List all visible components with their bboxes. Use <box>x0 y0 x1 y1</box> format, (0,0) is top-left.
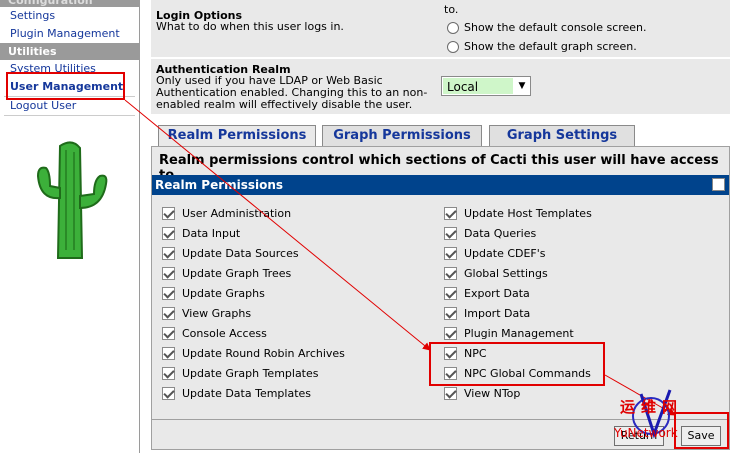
login-options-row: Login Options What to do when this user … <box>151 0 730 58</box>
permission-label: Update Round Robin Archives <box>182 346 345 360</box>
permission-item[interactable]: NPC Global Commands <box>444 365 591 381</box>
permission-label: NPC Global Commands <box>464 366 591 380</box>
permission-label: Plugin Management <box>464 326 574 340</box>
realm-header-label: Realm Permissions <box>155 178 284 192</box>
permission-checkbox[interactable] <box>162 306 175 320</box>
auth-realm-select[interactable]: Local ▼ <box>441 76 531 96</box>
permission-item[interactable]: Plugin Management <box>444 325 574 341</box>
permission-label: Global Settings <box>464 266 548 280</box>
permission-item[interactable]: Update Host Templates <box>444 205 592 221</box>
sidebar: Configuration Settings Plugin Management… <box>0 0 140 453</box>
cactus-logo <box>36 141 108 259</box>
permission-checkbox[interactable] <box>162 286 175 300</box>
radio-default-console[interactable]: Show the default console screen. <box>447 20 647 36</box>
permission-label: Update Graphs <box>182 286 265 300</box>
permission-label: Import Data <box>464 306 531 320</box>
sidebar-item-system-utilities[interactable]: System Utilities <box>0 60 139 78</box>
radio-label: Show the default graph screen. <box>464 40 637 53</box>
permission-checkbox[interactable] <box>162 206 175 220</box>
form-footer: Return Save <box>151 419 730 450</box>
radio-default-graph[interactable]: Show the default graph screen. <box>447 39 637 55</box>
sidebar-divider <box>4 115 135 116</box>
permission-checkbox[interactable] <box>162 226 175 240</box>
chevron-down-icon[interactable]: ▼ <box>514 77 530 95</box>
permission-checkbox[interactable] <box>444 266 457 280</box>
permission-checkbox[interactable] <box>444 326 457 340</box>
permission-label: Export Data <box>464 286 530 300</box>
permission-label: Data Queries <box>464 226 537 240</box>
permission-label: Update CDEF's <box>464 246 546 260</box>
permission-item[interactable]: Export Data <box>444 285 530 301</box>
sidebar-item-plugin-management[interactable]: Plugin Management <box>0 25 139 43</box>
permission-checkbox[interactable] <box>444 346 457 360</box>
permission-checkbox[interactable] <box>162 326 175 340</box>
sidebar-item-user-management[interactable]: User Management <box>0 78 139 96</box>
radio-button[interactable] <box>447 41 459 53</box>
permission-item[interactable]: Data Input <box>162 225 240 241</box>
permission-item[interactable]: NPC <box>444 345 487 361</box>
permission-label: Update Data Templates <box>182 386 312 400</box>
permission-label: User Administration <box>182 206 292 220</box>
permission-checkbox[interactable] <box>444 286 457 300</box>
permission-item[interactable]: View NTop <box>444 385 520 401</box>
permission-checkbox[interactable] <box>444 246 457 260</box>
permission-item[interactable]: Update Round Robin Archives <box>162 345 345 361</box>
permission-label: Console Access <box>182 326 267 340</box>
permission-label: View Graphs <box>182 306 252 320</box>
permission-item[interactable]: Update Graph Trees <box>162 265 291 281</box>
permission-item[interactable]: Data Queries <box>444 225 536 241</box>
permission-label: Update Graph Templates <box>182 366 319 380</box>
login-options-fragment: to. <box>444 3 459 16</box>
save-button[interactable]: Save <box>681 426 721 446</box>
permission-label: Update Host Templates <box>464 206 592 220</box>
auth-realm-desc-3: enabled realm will effectively disable t… <box>156 98 413 111</box>
sidebar-section-utilities: Utilities <box>0 43 139 60</box>
select-all-checkbox[interactable] <box>712 178 725 191</box>
permission-checkbox[interactable] <box>444 366 457 380</box>
permission-item[interactable]: Update CDEF's <box>444 245 546 261</box>
permission-label: NPC <box>464 346 487 360</box>
sidebar-section-configuration: Configuration <box>0 0 139 7</box>
permission-checkbox[interactable] <box>162 346 175 360</box>
permission-item[interactable]: User Administration <box>162 205 291 221</box>
permission-checkbox[interactable] <box>444 206 457 220</box>
login-options-desc: What to do when this user logs in. <box>156 20 344 33</box>
permission-checkbox[interactable] <box>162 266 175 280</box>
radio-button[interactable] <box>447 22 459 34</box>
main-panel: Login Options What to do when this user … <box>148 0 730 453</box>
permission-checkbox[interactable] <box>444 306 457 320</box>
tab-graph-settings[interactable]: Graph Settings <box>489 125 635 147</box>
permission-item[interactable]: Console Access <box>162 325 267 341</box>
permission-label: Update Data Sources <box>182 246 299 260</box>
radio-label: Show the default console screen. <box>464 21 647 34</box>
permission-checkbox[interactable] <box>162 386 175 400</box>
auth-realm-value: Local <box>443 78 513 94</box>
permission-item[interactable]: Global Settings <box>444 265 548 281</box>
permission-item[interactable]: Update Graphs <box>162 285 265 301</box>
realm-permissions-header: Realm Permissions <box>152 175 729 195</box>
permission-label: Update Graph Trees <box>182 266 292 280</box>
permission-item[interactable]: View Graphs <box>162 305 251 321</box>
permission-checkbox[interactable] <box>444 226 457 240</box>
permission-label: View NTop <box>464 386 521 400</box>
permission-item[interactable]: Update Data Sources <box>162 245 299 261</box>
permission-checkbox[interactable] <box>162 366 175 380</box>
tab-graph-permissions[interactable]: Graph Permissions <box>322 125 482 147</box>
permission-label: Data Input <box>182 226 241 240</box>
sidebar-item-settings[interactable]: Settings <box>0 7 139 25</box>
return-button[interactable]: Return <box>614 426 664 446</box>
permission-item[interactable]: Update Graph Templates <box>162 365 319 381</box>
tab-realm-permissions[interactable]: Realm Permissions <box>158 125 316 147</box>
permission-item[interactable]: Import Data <box>444 305 530 321</box>
sidebar-item-logout-user[interactable]: Logout User <box>0 97 139 115</box>
permission-checkbox[interactable] <box>444 386 457 400</box>
realm-permissions-panel: Realm permissions control which sections… <box>151 146 730 446</box>
permission-item[interactable]: Update Data Templates <box>162 385 311 401</box>
permission-checkbox[interactable] <box>162 246 175 260</box>
